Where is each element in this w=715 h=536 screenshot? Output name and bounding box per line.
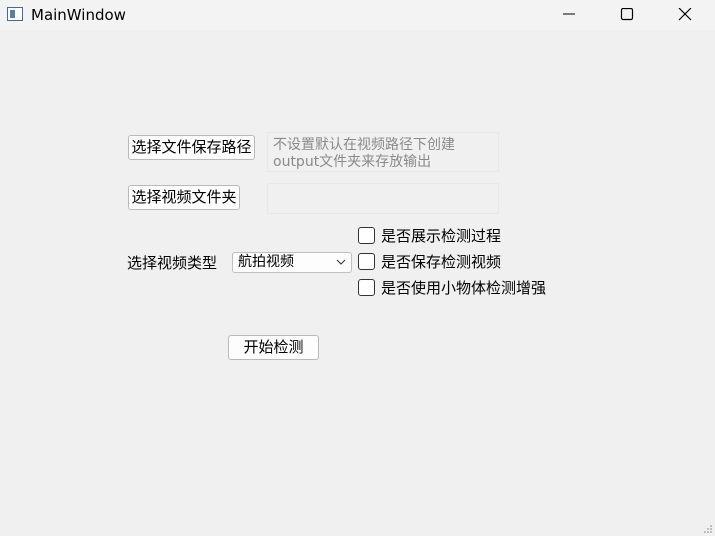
select-video-folder-button[interactable]: 选择视频文件夹 xyxy=(128,185,240,210)
save-path-field[interactable]: 不设置默认在视频路径下创建 output文件夹来存放输出 xyxy=(267,132,499,172)
video-type-select[interactable]: 航拍视频 xyxy=(232,252,352,273)
save-video-label: 是否保存检测视频 xyxy=(381,253,502,271)
minimize-button[interactable] xyxy=(541,0,597,30)
close-icon xyxy=(678,8,692,21)
show-process-checkbox[interactable] xyxy=(358,227,375,244)
app-window-icon xyxy=(7,7,23,21)
start-detection-button[interactable]: 开始检测 xyxy=(228,335,319,360)
save-path-hint: 不设置默认在视频路径下创建 output文件夹来存放输出 xyxy=(273,137,455,170)
select-save-path-button[interactable]: 选择文件保存路径 xyxy=(128,135,255,160)
show-process-label: 是否展示检测过程 xyxy=(381,227,502,245)
video-type-label: 选择视频类型 xyxy=(127,254,218,272)
close-button[interactable] xyxy=(657,0,713,30)
maximize-icon xyxy=(620,8,634,21)
title-bar[interactable]: MainWindow xyxy=(0,0,715,30)
maximize-button[interactable] xyxy=(599,0,655,30)
window-title: MainWindow xyxy=(31,6,126,24)
video-folder-field[interactable] xyxy=(267,183,499,214)
chevron-down-icon xyxy=(336,259,346,265)
resize-grip-icon[interactable] xyxy=(703,524,713,534)
video-type-selected: 航拍视频 xyxy=(238,254,294,270)
minimize-icon xyxy=(563,13,575,15)
small-object-label: 是否使用小物体检测增强 xyxy=(381,279,547,297)
save-video-checkbox[interactable] xyxy=(358,253,375,270)
small-object-checkbox[interactable] xyxy=(358,279,375,296)
main-window: MainWindow 选择文件保存路径 不设置默认在视频路径下创建 output… xyxy=(0,0,715,536)
